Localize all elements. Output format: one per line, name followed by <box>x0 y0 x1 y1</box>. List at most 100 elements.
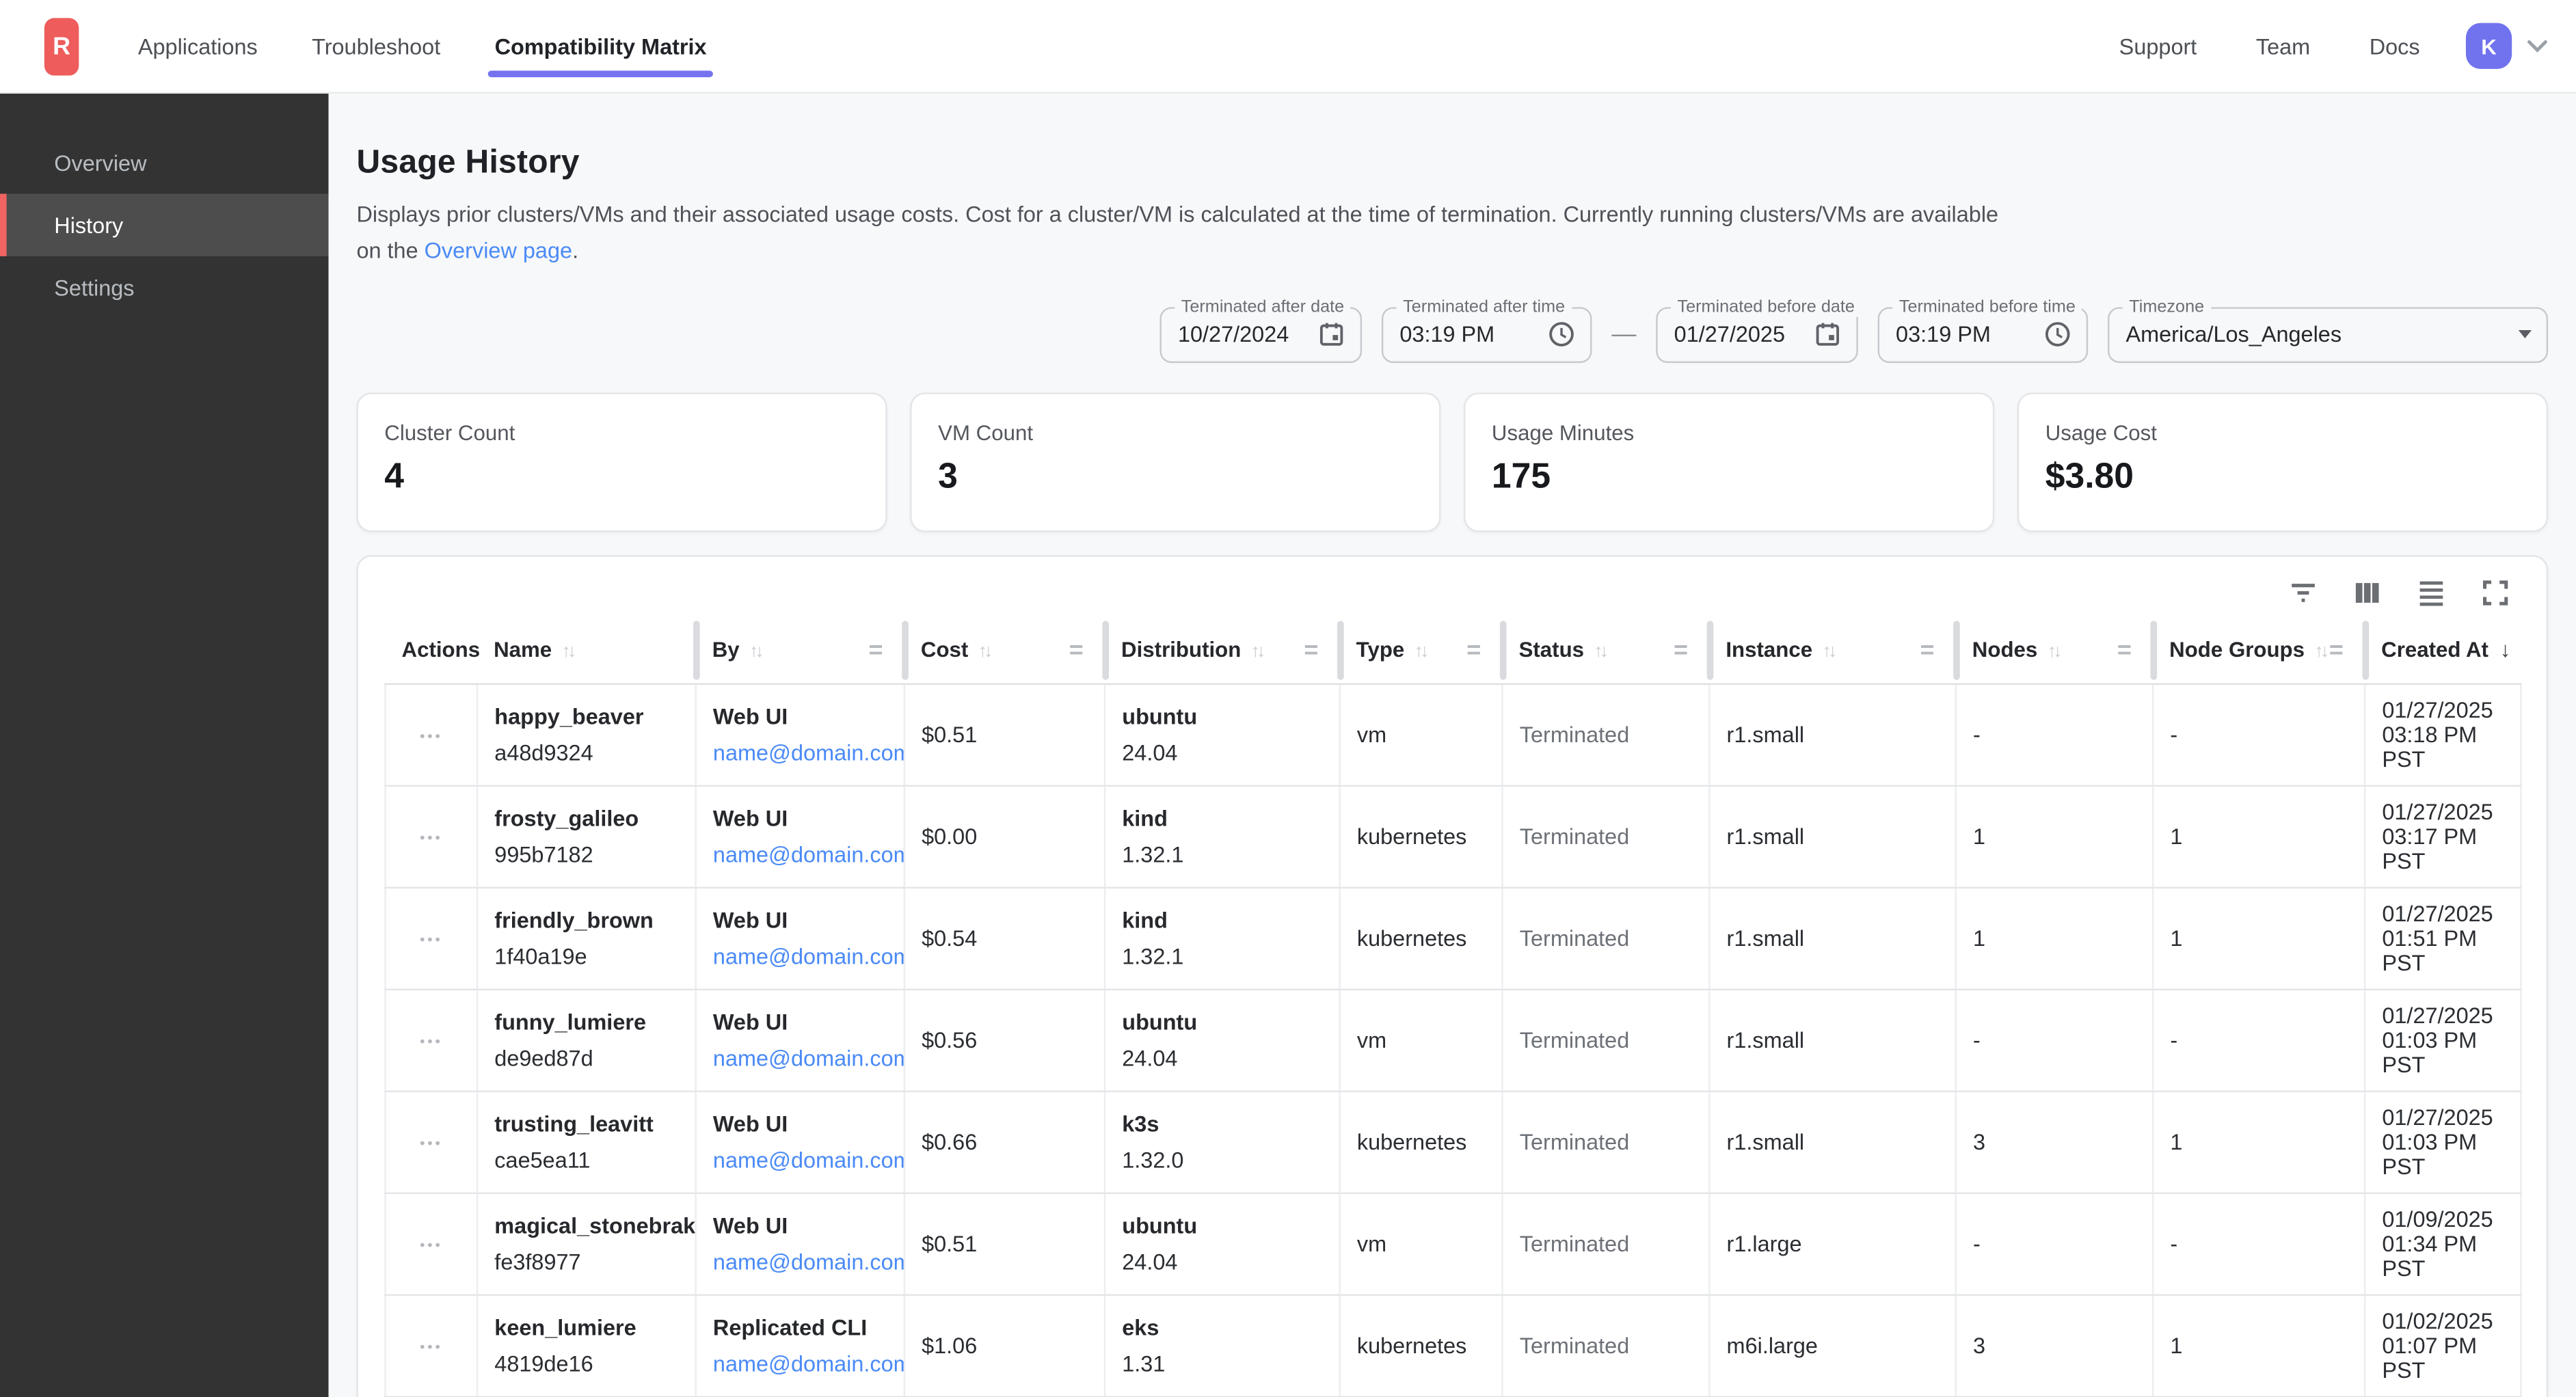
filter-bar: Terminated after date 10/27/2024 Termina… <box>356 307 2548 363</box>
column-label: Type <box>1356 638 1405 662</box>
column-resize-handle[interactable] <box>2149 621 2156 680</box>
email-link[interactable]: name@domain.com <box>713 1350 887 1379</box>
distribution-name: k3s <box>1122 1110 1322 1139</box>
avatar[interactable]: K <box>2466 23 2512 69</box>
email-link[interactable]: name@domain.com <box>713 1146 887 1176</box>
calendar-icon[interactable] <box>1801 321 1842 349</box>
overview-page-link[interactable]: Overview page <box>425 239 572 263</box>
replicated-logo[interactable]: R <box>44 17 79 74</box>
nav-item-troubleshoot[interactable]: Troubleshoot <box>312 3 440 90</box>
table-row: •••friendly_brown1f40a19eWeb UIname@doma… <box>386 889 2521 990</box>
column-header-cost[interactable]: Cost↑↓= <box>904 616 1105 685</box>
column-header-nodes[interactable]: Nodes↑↓= <box>1956 616 2153 685</box>
email-link[interactable]: name@domain.com <box>713 942 887 972</box>
cluster-id: fe3f8977 <box>494 1248 678 1277</box>
chevron-down-icon[interactable] <box>2527 38 2548 53</box>
email-link[interactable]: name@domain.com <box>713 841 887 870</box>
created-date: 01/27/2025 <box>2382 800 2504 825</box>
column-resize-handle[interactable] <box>1337 621 1343 680</box>
sort-icon: ↑↓ <box>1823 642 1834 662</box>
column-resize-handle[interactable] <box>1101 621 1108 680</box>
drag-handle-icon[interactable]: = <box>1466 636 1481 664</box>
cell-created-at: 01/27/202503:17 PM PST <box>2365 787 2521 889</box>
distribution-version: 1.31 <box>1122 1350 1322 1379</box>
drag-handle-icon[interactable]: = <box>1920 636 1934 664</box>
cell-node-groups: - <box>2153 1194 2365 1296</box>
density-icon[interactable] <box>2417 578 2446 607</box>
column-header-node_groups[interactable]: Node Groups↑↓= <box>2153 616 2365 685</box>
drag-handle-icon[interactable]: = <box>869 636 883 664</box>
clock-icon[interactable] <box>2030 321 2071 349</box>
drag-handle-icon[interactable]: = <box>1674 636 1688 664</box>
column-resize-handle[interactable] <box>901 621 908 680</box>
row-actions-menu-button[interactable]: ••• <box>420 931 443 947</box>
email-link[interactable]: name@domain.com <box>713 1044 887 1074</box>
column-resize-handle[interactable] <box>693 621 699 680</box>
nav-item-compatibility-matrix[interactable]: Compatibility Matrix <box>495 3 707 90</box>
drag-handle-icon[interactable]: = <box>1069 636 1084 664</box>
row-actions-menu-button[interactable]: ••• <box>420 1135 443 1151</box>
cluster-id: a48d9324 <box>494 739 678 768</box>
cell-by: Web UIname@domain.com <box>696 685 904 787</box>
nav-item-support[interactable]: Support <box>2119 3 2197 90</box>
column-label: Cost <box>921 638 968 662</box>
column-header-actions: Actions <box>386 616 478 685</box>
stat-value: 3 <box>938 457 1412 498</box>
sidebar-item-settings[interactable]: Settings <box>0 256 329 318</box>
field-label: Terminated after time <box>1397 297 1572 316</box>
nav-item-team[interactable]: Team <box>2256 3 2310 90</box>
columns-icon[interactable] <box>2352 578 2382 607</box>
cell-actions: ••• <box>386 1194 478 1296</box>
timezone-select[interactable]: Timezone America/Los_Angeles <box>2108 307 2548 363</box>
row-actions-menu-button[interactable]: ••• <box>420 1033 443 1049</box>
clock-icon[interactable] <box>1534 321 1575 349</box>
filter-icon[interactable] <box>2288 578 2318 607</box>
column-header-distribution[interactable]: Distribution↑↓= <box>1105 616 1340 685</box>
sidebar-item-overview[interactable]: Overview <box>0 131 329 193</box>
cell-instance: r1.small <box>1709 787 1955 889</box>
distribution-name: ubuntu <box>1122 1212 1322 1241</box>
cell-type: vm <box>1340 1194 1503 1296</box>
column-header-type[interactable]: Type↑↓= <box>1340 616 1503 685</box>
fullscreen-icon[interactable] <box>2481 578 2510 607</box>
cell-distribution: kind1.32.1 <box>1105 889 1340 990</box>
column-resize-handle[interactable] <box>1499 621 1506 680</box>
email-link[interactable]: name@domain.com <box>713 739 887 768</box>
terminated-before-time-field[interactable]: Terminated before time 03:19 PM <box>1878 307 2089 363</box>
cell-by: Web UIname@domain.com <box>696 787 904 889</box>
cluster-name: magical_stonebraker <box>494 1212 678 1241</box>
terminated-after-time-field[interactable]: Terminated after time 03:19 PM <box>1382 307 1592 363</box>
column-resize-handle[interactable] <box>2361 621 2368 680</box>
column-header-created[interactable]: Created At↓ <box>2365 616 2521 685</box>
terminated-after-date-field[interactable]: Terminated after date 10/27/2024 <box>1160 307 1363 363</box>
column-header-name[interactable]: Name↑↓ <box>477 616 696 685</box>
column-header-status[interactable]: Status↑↓= <box>1503 616 1710 685</box>
row-actions-menu-button[interactable]: ••• <box>420 1236 443 1253</box>
column-label: By <box>712 638 740 662</box>
cell-node-groups: 1 <box>2153 1092 2365 1194</box>
stat-card-cluster-count: Cluster Count 4 <box>356 392 887 532</box>
row-actions-menu-button[interactable]: ••• <box>420 829 443 845</box>
column-resize-handle[interactable] <box>1953 621 1959 680</box>
nav-item-docs[interactable]: Docs <box>2370 3 2420 90</box>
sidebar-item-history[interactable]: History <box>0 194 329 256</box>
sort-icon: ↑↓ <box>749 642 761 662</box>
drag-handle-icon[interactable]: = <box>1304 636 1318 664</box>
row-actions-menu-button[interactable]: ••• <box>420 1338 443 1355</box>
column-resize-handle[interactable] <box>1706 621 1713 680</box>
cell-cost: $0.54 <box>904 889 1105 990</box>
terminated-before-date-field[interactable]: Terminated before date 01/27/2025 <box>1656 307 1858 363</box>
distribution-version: 1.32.1 <box>1122 841 1322 870</box>
created-by: Web UI <box>713 1110 887 1139</box>
cell-actions: ••• <box>386 990 478 1092</box>
row-actions-menu-button[interactable]: ••• <box>420 727 443 744</box>
cell-node-groups: 1 <box>2153 1296 2365 1397</box>
email-link[interactable]: name@domain.com <box>713 1248 887 1277</box>
nav-item-applications[interactable]: Applications <box>138 3 258 90</box>
calendar-icon[interactable] <box>1304 321 1345 349</box>
column-header-by[interactable]: By ↑↓ = <box>696 616 904 685</box>
drag-handle-icon[interactable]: = <box>2329 636 2344 664</box>
drag-handle-icon[interactable]: = <box>2117 636 2132 664</box>
column-header-instance[interactable]: Instance↑↓= <box>1709 616 1955 685</box>
cluster-id: 4819de16 <box>494 1350 678 1379</box>
